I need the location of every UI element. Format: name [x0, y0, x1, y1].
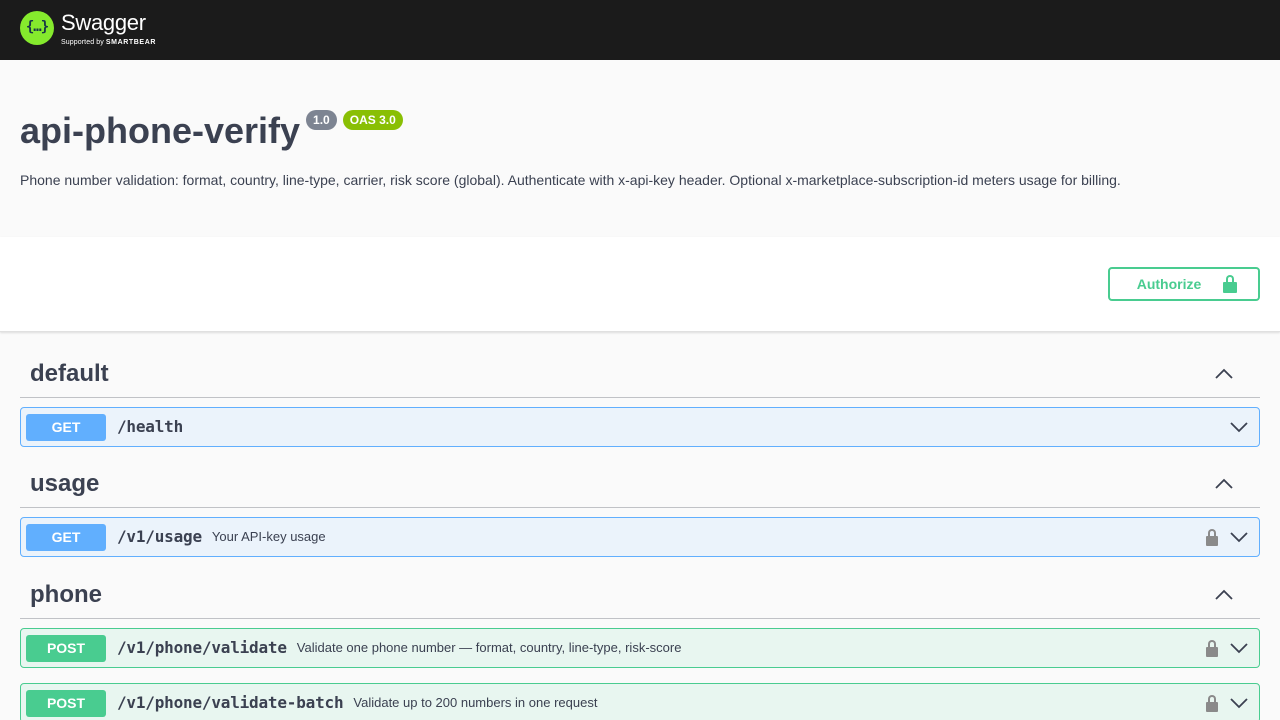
operation-path-text: /v1/phone/validate [117, 638, 287, 657]
tag-usage[interactable]: usage [20, 464, 1260, 508]
operation-summary: Validate up to 200 numbers in one reques… [353, 695, 598, 710]
logo-subtitle: Supported by SMARTBEAR [61, 38, 156, 47]
tag-name: default [30, 360, 109, 387]
operation-summary: Your API-key usage [211, 529, 326, 544]
operation-path-text: /health [117, 417, 184, 436]
chevron-up-icon[interactable] [1214, 478, 1234, 490]
operation-path: /health [117, 418, 183, 436]
operation-get-usage[interactable]: GET /v1/usage Your API-key usage [20, 517, 1260, 557]
oas-badge: OAS 3.0 [342, 110, 403, 130]
operation-post-validate-batch[interactable]: POST /v1/phone/validate-batch Validate up… [20, 683, 1260, 720]
operation-post-validate[interactable]: POST /v1/phone/validate Validate one phon… [20, 628, 1260, 668]
operation-path: /v1/phone/validate-batch Validate up to 2… [117, 694, 597, 713]
lock-icon[interactable] [1206, 695, 1218, 712]
operation-path: /v1/phone/validate Validate one phone num… [117, 639, 681, 658]
version-badge: 1.0 [306, 110, 337, 130]
operation-path-text: /v1/usage [117, 527, 202, 546]
operation-get-health[interactable]: GET /health [20, 407, 1260, 447]
lock-icon [1223, 275, 1238, 293]
tag-name: phone [30, 581, 102, 608]
api-info: api-phone-verify 1.0 OAS 3.0 Phone numbe… [0, 60, 1280, 237]
authorize-label: Authorize [1136, 276, 1202, 292]
topbar: {…} Swagger Supported by SMARTBEAR [0, 0, 1280, 60]
scheme-container: Authorize [0, 237, 1280, 332]
smartbear-text: SMARTBEAR [105, 39, 157, 46]
method-badge: POST [26, 635, 106, 662]
authorize-button[interactable]: Authorize [1108, 267, 1260, 301]
logo-name: Swagger [61, 10, 146, 35]
chevron-down-icon[interactable] [1230, 642, 1248, 654]
lock-icon[interactable] [1206, 529, 1218, 546]
swagger-logo[interactable]: {…} Swagger Supported by SMARTBEAR [20, 10, 156, 50]
logo-symbol: {…} [25, 19, 49, 35]
chevron-down-icon[interactable] [1230, 531, 1248, 543]
method-badge: POST [26, 690, 106, 717]
operation-summary: Validate one phone number — format, coun… [296, 640, 682, 655]
title-row: api-phone-verify 1.0 OAS 3.0 [20, 110, 403, 152]
method-badge: GET [26, 414, 106, 441]
operation-path: /v1/usage Your API-key usage [117, 528, 326, 547]
api-title: api-phone-verify [20, 110, 301, 151]
api-description: Phone number validation: format, country… [20, 172, 1121, 188]
swagger-logo-icon: {…} [20, 11, 54, 45]
lock-icon[interactable] [1206, 640, 1218, 657]
operation-path-text: /v1/phone/validate-batch [117, 693, 344, 712]
logo-text: Swagger Supported by SMARTBEAR [61, 10, 156, 47]
chevron-down-icon[interactable] [1230, 421, 1248, 433]
tag-default[interactable]: default [20, 354, 1260, 398]
chevron-up-icon[interactable] [1214, 368, 1234, 380]
supported-by-text: Supported by [61, 39, 104, 46]
tag-phone[interactable]: phone [20, 575, 1260, 619]
chevron-up-icon[interactable] [1214, 589, 1234, 601]
chevron-down-icon[interactable] [1230, 697, 1248, 709]
tag-name: usage [30, 470, 100, 497]
method-badge: GET [26, 524, 106, 551]
